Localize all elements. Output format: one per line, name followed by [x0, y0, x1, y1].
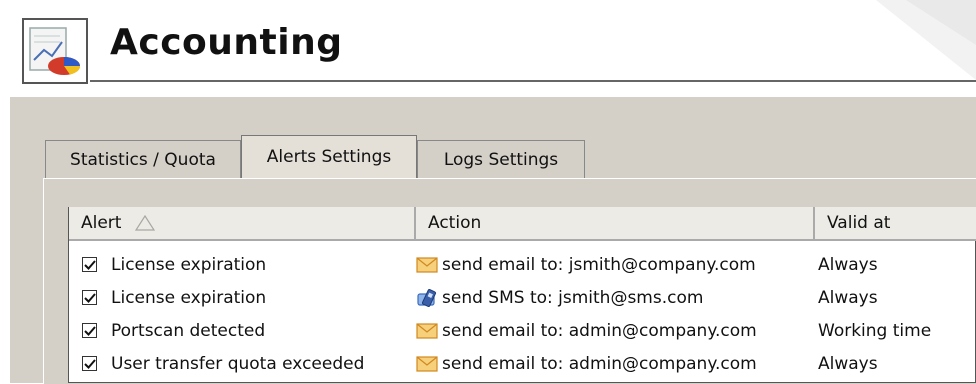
action-text: send email to: admin@company.com: [442, 320, 757, 341]
envelope-icon: [416, 256, 438, 273]
column-label: Valid at: [827, 213, 891, 233]
action-text: send SMS to: jsmith@sms.com: [442, 287, 704, 308]
tab-statistics-quota[interactable]: Statistics / Quota: [45, 140, 241, 178]
column-label: Alert: [81, 213, 122, 233]
valid-at-text: Always: [818, 287, 878, 308]
column-label: Action: [428, 213, 482, 233]
table-row[interactable]: License expiration send email to: jsmith…: [70, 248, 976, 281]
alert-name: License expiration: [111, 254, 267, 275]
action-cell: send email to: jsmith@company.com: [416, 248, 756, 281]
tab-logs-settings[interactable]: Logs Settings: [417, 140, 585, 178]
action-text: send email to: jsmith@company.com: [442, 254, 756, 275]
page-header: Accounting: [0, 0, 976, 97]
table-row[interactable]: License expiration send SMS to: jsmith@s…: [70, 281, 976, 314]
alert-cell: User transfer quota exceeded: [82, 347, 364, 380]
row-checkbox[interactable]: [82, 356, 97, 371]
action-text: send email to: admin@company.com: [442, 353, 757, 374]
tab-label: Alerts Settings: [266, 147, 392, 167]
page-title: Accounting: [110, 22, 343, 63]
column-header-action[interactable]: Action: [416, 207, 815, 241]
envelope-icon: [416, 355, 438, 372]
sort-ascending-icon: [135, 215, 156, 231]
column-header-valid-at[interactable]: Valid at: [815, 207, 976, 241]
sms-phone-icon: [417, 288, 437, 307]
action-cell: send SMS to: jsmith@sms.com: [416, 281, 703, 314]
alert-cell: License expiration: [82, 281, 266, 314]
valid-at-cell: Always: [818, 281, 878, 314]
action-cell: send email to: admin@company.com: [416, 347, 757, 380]
table-row[interactable]: User transfer quota exceeded send email …: [70, 347, 976, 380]
valid-at-cell: Always: [818, 248, 878, 281]
action-cell: send email to: admin@company.com: [416, 314, 757, 347]
valid-at-text: Working time: [818, 320, 932, 341]
row-checkbox[interactable]: [82, 257, 97, 272]
watermark-swoosh: [876, 0, 976, 80]
accounting-chart-icon: [22, 18, 88, 84]
column-header-alert[interactable]: Alert: [69, 207, 416, 241]
tab-label: Statistics / Quota: [70, 149, 216, 170]
row-checkbox[interactable]: [82, 290, 97, 305]
tab-alerts-settings[interactable]: Alerts Settings: [241, 135, 417, 178]
valid-at-cell: Always: [818, 347, 878, 380]
envelope-icon: [416, 322, 438, 339]
alert-cell: License expiration: [82, 248, 266, 281]
valid-at-text: Always: [818, 254, 878, 275]
tab-label: Logs Settings: [443, 149, 559, 170]
alert-name: License expiration: [111, 287, 267, 308]
row-checkbox[interactable]: [82, 323, 97, 338]
valid-at-cell: Working time: [818, 314, 931, 347]
alert-name: Portscan detected: [111, 320, 266, 341]
table-row[interactable]: Portscan detected send email to: admin@c…: [70, 314, 976, 347]
valid-at-text: Always: [818, 353, 878, 374]
alert-name: User transfer quota exceeded: [111, 353, 365, 374]
alert-cell: Portscan detected: [82, 314, 265, 347]
